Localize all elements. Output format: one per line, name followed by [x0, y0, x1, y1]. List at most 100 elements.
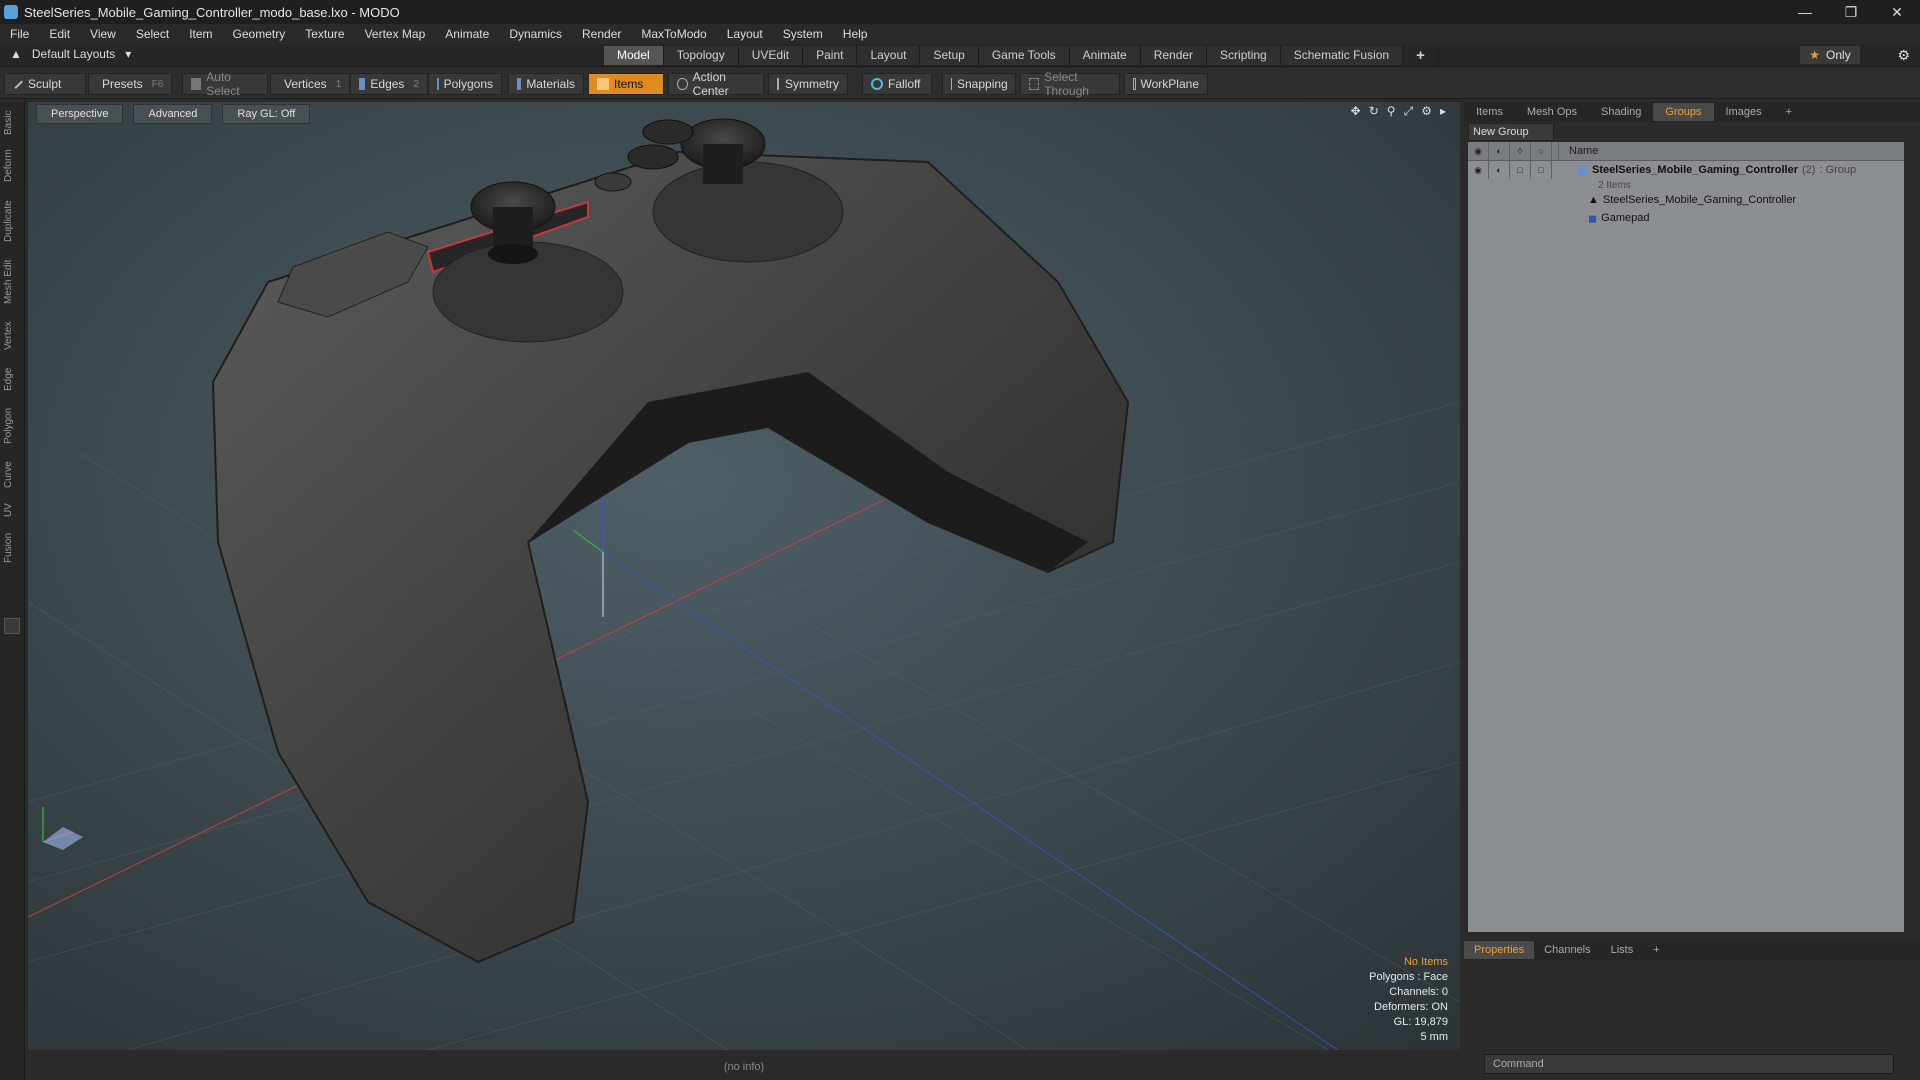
vtab-mesh-edit[interactable]: Mesh Edit: [3, 256, 21, 308]
sculpt-button[interactable]: Sculpt: [4, 73, 86, 95]
tab-images[interactable]: Images: [1714, 103, 1774, 121]
viewport-info-overlay: No Items Polygons : Face Channels: 0 Def…: [1369, 955, 1448, 1045]
snapping-button[interactable]: Snapping: [942, 73, 1016, 95]
menu-edit[interactable]: Edit: [39, 27, 80, 41]
new-group-button[interactable]: New Group: [1468, 123, 1554, 141]
menu-texture[interactable]: Texture: [295, 27, 354, 41]
vtab-deform[interactable]: Deform: [3, 146, 21, 186]
layouts-selector[interactable]: ▲ Default Layouts ▾: [10, 47, 131, 61]
presets-button[interactable]: Presets F6: [88, 73, 172, 95]
menu-render[interactable]: Render: [572, 27, 631, 41]
vtab-duplicate[interactable]: Duplicate: [3, 196, 21, 246]
tab-lists[interactable]: Lists: [1601, 941, 1644, 959]
add-panel-tab-button[interactable]: +: [1774, 103, 1804, 121]
select-column-icon[interactable]: ○: [1531, 142, 1552, 160]
render-toggle-icon[interactable]: ◐: [1489, 161, 1510, 179]
view-mode-dropdown[interactable]: Perspective: [36, 104, 124, 124]
polygons-button[interactable]: Polygons: [428, 73, 502, 95]
tab-layout[interactable]: Layout: [857, 46, 921, 65]
menu-item[interactable]: Item: [179, 27, 222, 41]
command-input[interactable]: Command: [1484, 1054, 1894, 1074]
pan-icon[interactable]: ✥: [1351, 104, 1361, 119]
tab-channels[interactable]: Channels: [1534, 941, 1600, 959]
select-through-button[interactable]: Select Through: [1020, 70, 1120, 98]
vtab-uv[interactable]: UV: [3, 500, 21, 520]
falloff-icon: [871, 78, 883, 90]
menu-file[interactable]: File: [0, 27, 39, 41]
vtab-curve[interactable]: Curve: [3, 458, 21, 492]
restore-button[interactable]: ❐: [1828, 0, 1874, 24]
vtab-basic[interactable]: Basic: [3, 108, 21, 138]
3d-viewport[interactable]: Perspective Advanced Ray GL: Off ✥ ↻ ⚲ ⤢…: [28, 102, 1460, 1050]
group-member-row[interactable]: ▲ SteelSeries_Mobile_Gaming_Controller: [1468, 191, 1904, 209]
workplane-button[interactable]: WorkPlane: [1124, 73, 1208, 95]
tab-render[interactable]: Render: [1140, 46, 1208, 65]
tab-scripting[interactable]: Scripting: [1207, 46, 1281, 65]
menu-maxtomodo[interactable]: MaxToModo: [631, 27, 716, 41]
tab-items[interactable]: Items: [1464, 103, 1515, 121]
auto-select-button[interactable]: Auto Select: [182, 70, 268, 98]
minimize-button[interactable]: —: [1782, 0, 1828, 24]
items-label: Items: [614, 77, 644, 91]
menu-dynamics[interactable]: Dynamics: [499, 27, 572, 41]
vertices-button[interactable]: Vertices 1: [270, 73, 350, 95]
menu-select[interactable]: Select: [126, 27, 179, 41]
expand-icon[interactable]: ▸: [1440, 104, 1446, 119]
visibility-column-icon[interactable]: ◉: [1468, 142, 1489, 160]
raygl-toggle[interactable]: Ray GL: Off: [222, 104, 311, 124]
vtab-fusion[interactable]: Fusion: [3, 530, 21, 566]
tab-mesh-ops[interactable]: Mesh Ops: [1515, 103, 1589, 121]
tab-uvedit[interactable]: UVEdit: [738, 46, 804, 65]
items-button[interactable]: Items: [588, 73, 664, 95]
eye-icon[interactable]: ◉: [1468, 161, 1489, 179]
tab-paint[interactable]: Paint: [803, 46, 858, 65]
add-properties-tab-button[interactable]: +: [1643, 941, 1669, 959]
menu-system[interactable]: System: [773, 27, 833, 41]
tab-model[interactable]: Model: [604, 46, 664, 65]
close-button[interactable]: ✕: [1874, 0, 1920, 24]
menu-view[interactable]: View: [80, 27, 126, 41]
lock-column-icon[interactable]: ◊: [1510, 142, 1531, 160]
tab-properties[interactable]: Properties: [1464, 941, 1535, 959]
tab-groups[interactable]: Groups: [1653, 103, 1714, 121]
tab-topology[interactable]: Topology: [663, 46, 739, 65]
menu-vertex-map[interactable]: Vertex Map: [355, 27, 436, 41]
falloff-button[interactable]: Falloff: [862, 73, 932, 95]
workplane-icon: [1133, 78, 1136, 90]
default-layouts-dropdown[interactable]: Default Layouts: [32, 47, 115, 61]
properties-tabs: Properties Channels Lists +: [1464, 940, 1920, 960]
symmetry-button[interactable]: Symmetry: [768, 73, 848, 95]
vtab-polygon[interactable]: Polygon: [3, 404, 21, 448]
groups-tree: ◉ ◐ ◊ ○ Name ◉ ◐ □ □ SteelSeries_Mobile_…: [1468, 142, 1904, 932]
group-member-row[interactable]: ◼ Gamepad: [1468, 209, 1904, 227]
render-column-icon[interactable]: ◐: [1489, 142, 1510, 160]
menu-geometry[interactable]: Geometry: [223, 27, 296, 41]
maximize-icon[interactable]: ⤢: [1404, 104, 1414, 119]
edges-button[interactable]: Edges 2: [350, 73, 428, 95]
menu-layout[interactable]: Layout: [717, 27, 773, 41]
shading-dropdown[interactable]: Advanced: [133, 104, 213, 124]
materials-button[interactable]: Materials: [508, 73, 584, 95]
tab-schematic-fusion[interactable]: Schematic Fusion: [1280, 46, 1404, 65]
tab-setup[interactable]: Setup: [920, 46, 979, 65]
vtab-vertex[interactable]: Vertex: [3, 318, 21, 354]
vtab-edge[interactable]: Edge: [3, 364, 21, 394]
menu-help[interactable]: Help: [833, 27, 878, 41]
tab-shading[interactable]: Shading: [1589, 103, 1653, 121]
strip-toggle-button[interactable]: [4, 618, 20, 634]
only-toggle[interactable]: ★ Only: [1800, 46, 1860, 64]
rotate-icon[interactable]: ↻: [1369, 104, 1379, 119]
add-tab-button[interactable]: +: [1403, 46, 1439, 65]
tab-game-tools[interactable]: Game Tools: [978, 46, 1070, 65]
name-column-header[interactable]: Name: [1559, 145, 1598, 157]
menu-animate[interactable]: Animate: [435, 27, 499, 41]
zoom-icon[interactable]: ⚲: [1387, 104, 1396, 119]
group-row[interactable]: ◉ ◐ □ □ SteelSeries_Mobile_Gaming_Contro…: [1468, 161, 1904, 179]
gear-icon[interactable]: ⚙: [1897, 47, 1910, 64]
action-center-label: Action Center: [692, 70, 729, 98]
tab-animate[interactable]: Animate: [1069, 46, 1141, 65]
lock-toggle-icon[interactable]: □: [1510, 161, 1531, 179]
action-center-button[interactable]: Action Center: [668, 70, 764, 98]
select-toggle-icon[interactable]: □: [1531, 161, 1552, 179]
settings-icon[interactable]: ⚙: [1421, 104, 1432, 119]
